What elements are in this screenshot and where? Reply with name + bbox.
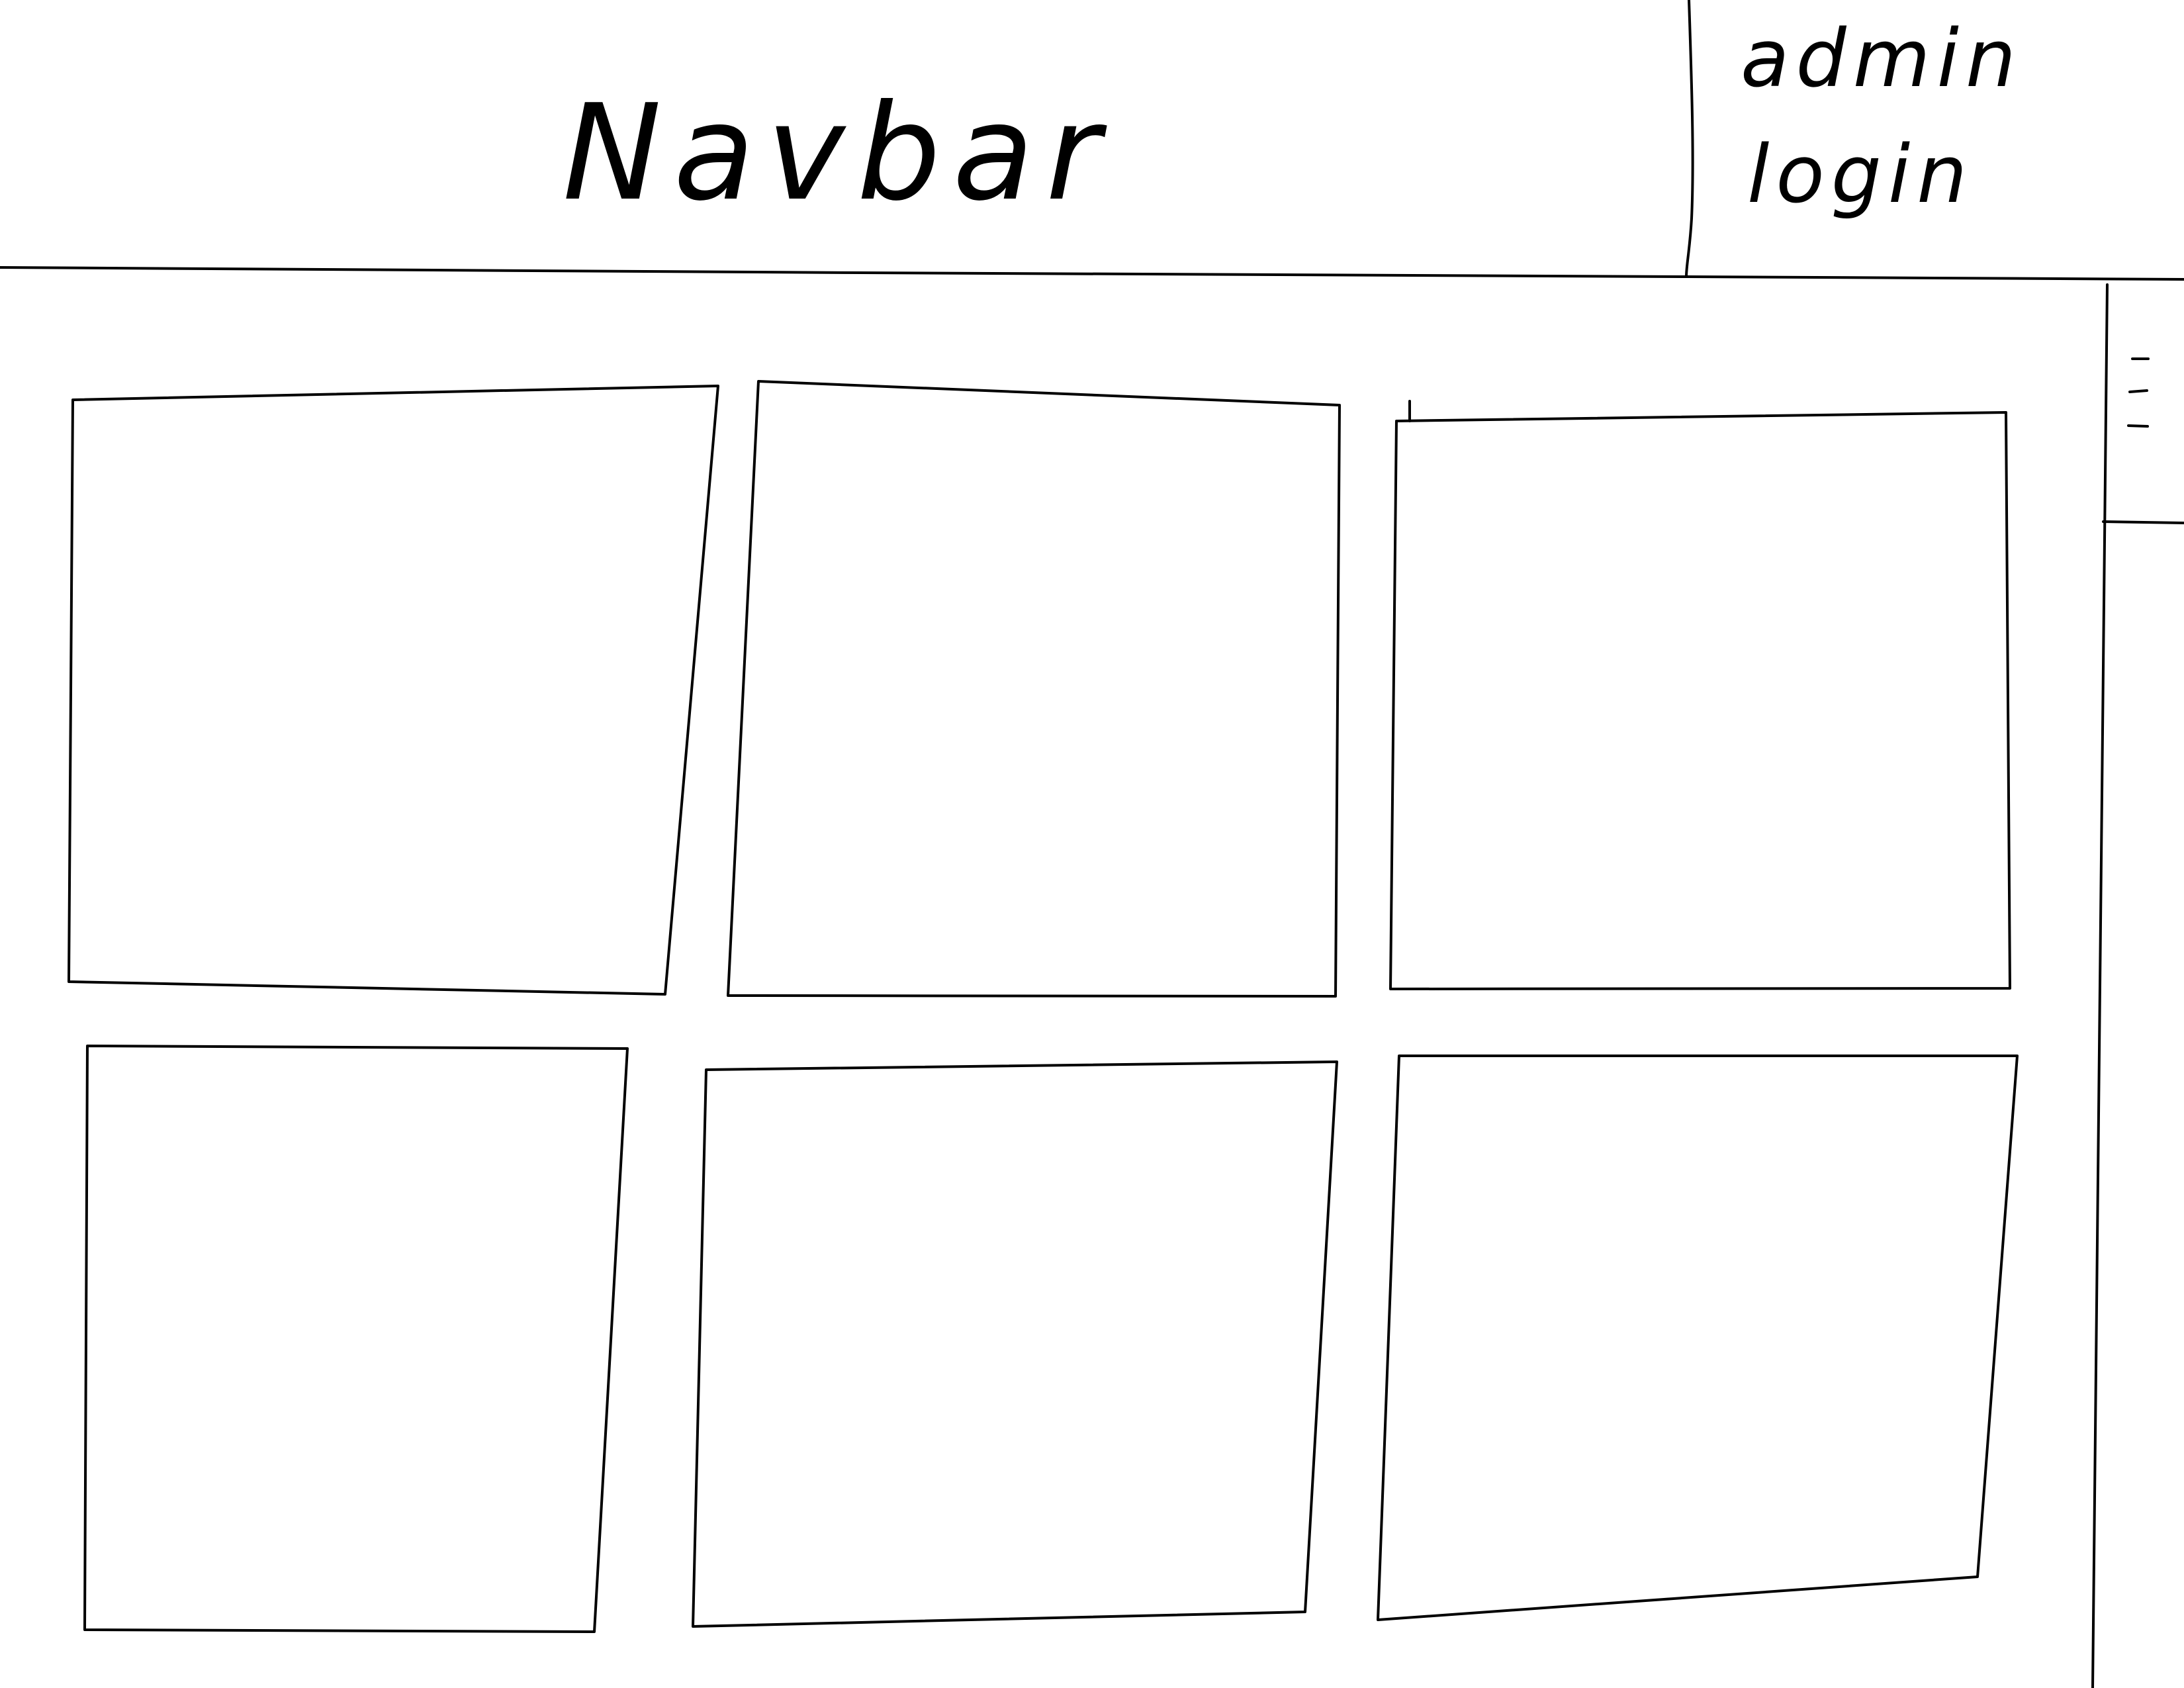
wireframe-sketch: Navbar admin login (0, 0, 2184, 1688)
admin-login-line-2[interactable]: login (1747, 129, 1974, 221)
navbar-divider (1685, 0, 1694, 278)
grid-tile-3[interactable] (1389, 411, 2011, 990)
grid-tile-1[interactable] (68, 385, 719, 996)
hamburger-menu-icon[interactable] (2127, 357, 2150, 428)
grid-tile-5[interactable] (692, 1060, 1338, 1628)
admin-login-line-1[interactable]: admin (1741, 13, 2023, 105)
navbar-title: Navbar (563, 76, 1112, 230)
admin-login-link[interactable]: admin login (1741, 13, 2023, 221)
navbar-bottom-border (0, 266, 2184, 281)
sidebar-menu-divider (2102, 520, 2184, 524)
grid-tile-4[interactable] (83, 1045, 629, 1633)
grid-tile-2[interactable] (727, 380, 1341, 998)
sidebar (2091, 283, 2184, 1688)
content-grid (68, 380, 2019, 1633)
menu-line-2[interactable] (2128, 389, 2148, 393)
sidebar-left-border (2091, 283, 2109, 1688)
grid-tile-6[interactable] (1377, 1055, 2019, 1621)
